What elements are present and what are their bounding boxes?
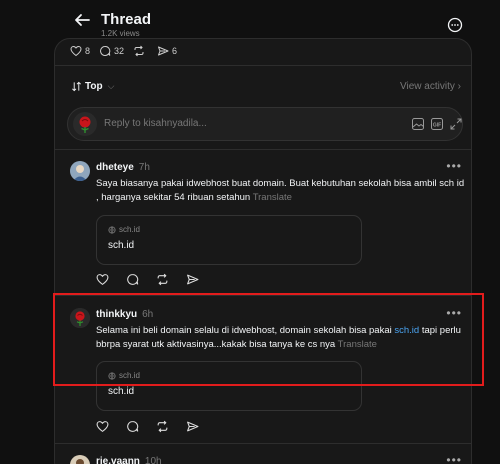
repost-stat[interactable]: [133, 45, 148, 57]
heart-icon[interactable]: [96, 420, 109, 433]
share-icon[interactable]: [186, 420, 199, 433]
repost-icon[interactable]: [156, 420, 169, 433]
avatar[interactable]: [70, 455, 90, 464]
image-icon[interactable]: [411, 117, 425, 131]
post-actions: [96, 420, 199, 433]
divider: [55, 443, 471, 444]
like-count: 8: [85, 46, 91, 56]
like-stat[interactable]: 8: [70, 45, 90, 57]
more-icon[interactable]: •••: [446, 453, 462, 464]
translate-link[interactable]: Translate: [253, 192, 292, 203]
username[interactable]: dheteye 7h: [96, 162, 150, 173]
globe-icon: [108, 225, 116, 234]
share-icon: [158, 46, 169, 56]
share-count: 6: [172, 46, 178, 56]
link-title: sch.id: [108, 240, 135, 251]
highlight-box: [53, 293, 484, 386]
username-text: dheteye: [96, 162, 134, 173]
comment-count: 32: [114, 46, 125, 56]
username-text: rie.vaann: [96, 456, 140, 464]
more-icon[interactable]: •••: [446, 159, 462, 173]
link-domain-text: sch.id: [119, 225, 140, 234]
svg-text:GIF: GIF: [433, 122, 441, 128]
user-avatar-icon: [70, 455, 90, 464]
post-text: Saya biasanya pakai idwebhost buat domai…: [96, 177, 466, 205]
heart-icon[interactable]: [96, 273, 109, 286]
repost-icon: [134, 45, 144, 57]
sort-label: Top: [85, 81, 103, 92]
view-activity-link[interactable]: View activity ›: [400, 81, 461, 92]
more-options-icon[interactable]: [447, 17, 463, 33]
link-domain: sch.id: [108, 225, 140, 234]
view-count: 1.2K views: [101, 29, 140, 38]
repost-icon[interactable]: [156, 273, 169, 286]
reply-placeholder: Reply to kisahnyadila...: [104, 118, 207, 129]
comment-stat[interactable]: 32: [99, 45, 124, 57]
avatar[interactable]: [70, 161, 90, 181]
page-title: Thread: [101, 11, 152, 28]
expand-icon[interactable]: [449, 117, 463, 131]
comment-icon[interactable]: [126, 420, 139, 433]
avatar: [73, 112, 97, 136]
user-avatar-icon: [70, 161, 90, 181]
share-stat[interactable]: 6: [157, 45, 177, 57]
back-arrow-icon[interactable]: [72, 10, 92, 30]
sort-icon: [72, 81, 81, 92]
top-bar: Thread 1.2K views: [0, 0, 500, 42]
divider: [55, 65, 471, 66]
share-icon[interactable]: [186, 273, 199, 286]
divider: [55, 149, 471, 150]
gif-icon[interactable]: GIF: [430, 117, 444, 131]
post-time: 10h: [144, 456, 162, 464]
sort-dropdown[interactable]: Top ⌵: [71, 81, 114, 92]
username[interactable]: rie.vaann 10h: [96, 456, 162, 464]
rose-avatar-icon: [79, 116, 91, 133]
chevron-down-icon: ⌵: [107, 81, 115, 91]
comment-icon: [100, 46, 111, 56]
post-actions: [96, 273, 199, 286]
link-title: sch.id: [108, 386, 135, 397]
thread-panel: 8 32 6 Top ⌵ View activity › Reply to ki…: [54, 38, 472, 464]
reply-input[interactable]: Reply to kisahnyadila... GIF: [67, 107, 463, 141]
comment-icon[interactable]: [126, 273, 139, 286]
link-preview-card[interactable]: sch.id sch.id: [96, 215, 362, 265]
heart-icon: [70, 45, 82, 57]
chevron-right-icon: ›: [457, 81, 461, 92]
post-stats: 8 32 6: [70, 43, 177, 59]
view-activity-label: View activity: [400, 81, 455, 92]
post-time: 7h: [138, 162, 150, 173]
